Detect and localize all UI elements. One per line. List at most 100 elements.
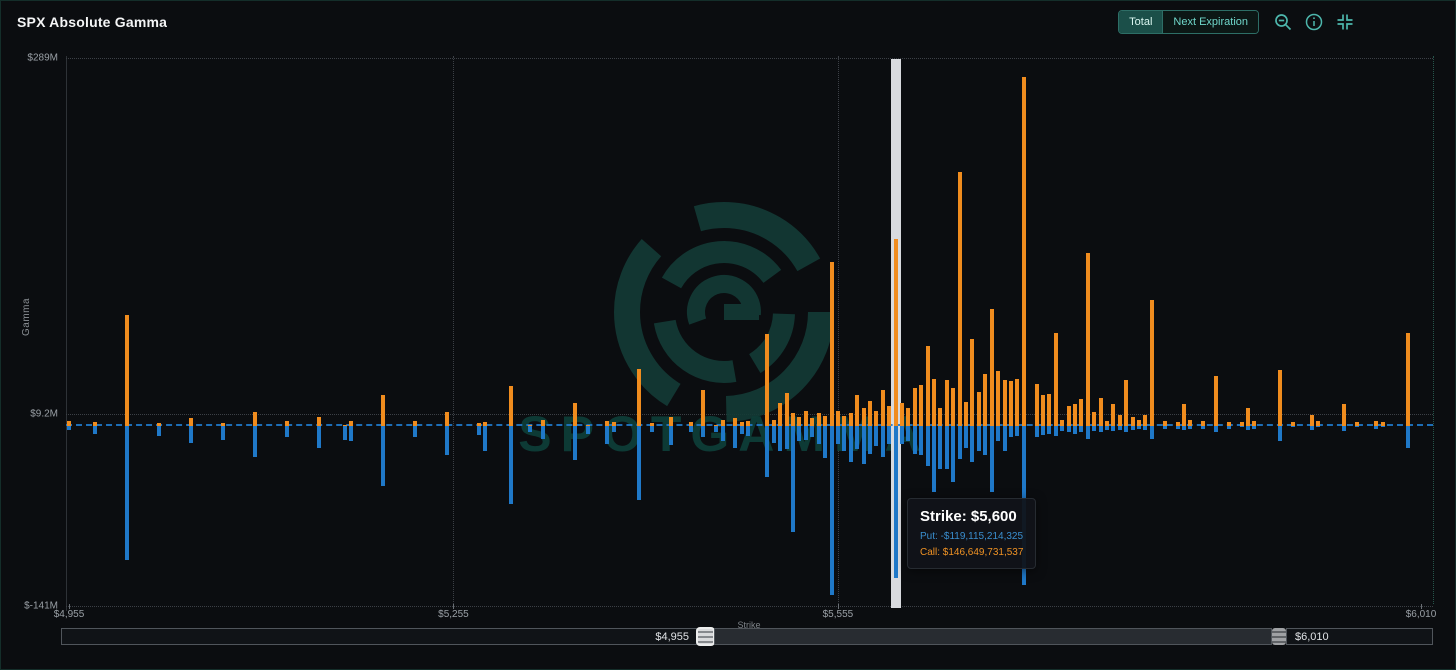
put-bar[interactable] — [445, 426, 450, 456]
call-bar[interactable] — [1130, 417, 1135, 426]
put-bar[interactable] — [1149, 426, 1154, 439]
put-bar[interactable] — [1201, 426, 1206, 429]
call-bar[interactable] — [1213, 376, 1218, 426]
call-bar[interactable] — [509, 386, 514, 426]
call-bar[interactable] — [124, 315, 129, 426]
put-bar[interactable] — [1380, 426, 1385, 428]
put-bar[interactable] — [835, 426, 840, 444]
call-bar[interactable] — [1015, 378, 1020, 426]
put-bar[interactable] — [867, 426, 872, 455]
put-bar[interactable] — [669, 426, 674, 446]
put-bar[interactable] — [650, 426, 655, 433]
call-bar[interactable] — [912, 387, 917, 426]
call-bar[interactable] — [701, 390, 706, 426]
call-bar[interactable] — [1111, 404, 1116, 426]
put-bar[interactable] — [899, 426, 904, 444]
put-bar[interactable] — [348, 426, 353, 442]
call-bar[interactable] — [784, 392, 789, 426]
call-bar[interactable] — [1149, 299, 1154, 426]
put-bar[interactable] — [586, 426, 590, 434]
call-bar[interactable] — [899, 403, 904, 426]
call-bar[interactable] — [1021, 76, 1026, 426]
call-bar[interactable] — [669, 417, 674, 426]
put-bar[interactable] — [1002, 426, 1007, 452]
put-bar[interactable] — [1252, 426, 1257, 429]
call-bar[interactable] — [861, 408, 866, 426]
put-bar[interactable] — [1342, 426, 1347, 432]
put-bar[interactable] — [803, 426, 808, 441]
put-bar[interactable] — [1072, 426, 1077, 434]
put-bar[interactable] — [509, 426, 514, 504]
put-bar[interactable] — [252, 426, 257, 457]
slider-right-handle[interactable] — [1272, 628, 1286, 645]
put-bar[interactable] — [1130, 426, 1135, 430]
call-bar[interactable] — [1143, 414, 1148, 426]
call-bar[interactable] — [919, 385, 924, 426]
call-bar[interactable] — [445, 411, 450, 426]
call-bar[interactable] — [970, 339, 975, 426]
call-bar[interactable] — [1072, 404, 1077, 426]
call-bar[interactable] — [1008, 381, 1013, 426]
put-bar[interactable] — [842, 426, 847, 452]
put-bar[interactable] — [906, 426, 911, 442]
call-bar[interactable] — [188, 418, 193, 426]
put-bar[interactable] — [1098, 426, 1103, 433]
slider-left-track[interactable]: $4,955 — [61, 628, 697, 645]
call-bar[interactable] — [976, 391, 981, 426]
call-bar[interactable] — [842, 415, 847, 426]
strike-range-slider[interactable]: $4,955 $6,010 — [61, 627, 1433, 646]
put-bar[interactable] — [970, 426, 975, 462]
call-bar[interactable] — [733, 418, 738, 426]
call-bar[interactable] — [1181, 404, 1186, 426]
call-bar[interactable] — [797, 417, 802, 426]
collapse-icon[interactable] — [1335, 12, 1355, 32]
put-bar[interactable] — [861, 426, 866, 465]
call-bar[interactable] — [848, 413, 853, 426]
slider-selected-range[interactable] — [714, 628, 1272, 645]
call-bar[interactable] — [880, 390, 885, 426]
put-bar[interactable] — [784, 426, 789, 449]
put-bar[interactable] — [1034, 426, 1039, 438]
call-bar[interactable] — [874, 410, 879, 426]
put-bar[interactable] — [380, 426, 385, 486]
call-bar[interactable] — [252, 411, 257, 426]
put-bar[interactable] — [976, 426, 981, 452]
put-bar[interactable] — [765, 426, 770, 477]
put-bar[interactable] — [1188, 426, 1193, 429]
call-bar[interactable] — [316, 417, 321, 426]
call-bar[interactable] — [1278, 369, 1283, 426]
put-bar[interactable] — [124, 426, 129, 560]
call-bar[interactable] — [1066, 405, 1071, 426]
put-bar[interactable] — [1406, 426, 1411, 448]
put-bar[interactable] — [701, 426, 706, 438]
next-expiration-button[interactable]: Next Expiration — [1162, 11, 1258, 33]
put-bar[interactable] — [797, 426, 802, 442]
put-bar[interactable] — [1053, 426, 1058, 437]
put-bar[interactable] — [413, 426, 417, 438]
put-bar[interactable] — [483, 426, 488, 452]
call-bar[interactable] — [1002, 380, 1007, 426]
put-bar[interactable] — [605, 426, 610, 444]
put-bar[interactable] — [1143, 426, 1148, 430]
put-bar[interactable] — [810, 426, 815, 438]
call-bar[interactable] — [1098, 397, 1103, 426]
put-bar[interactable] — [611, 426, 616, 433]
slider-left-handle[interactable] — [696, 627, 715, 646]
put-bar[interactable] — [1085, 426, 1090, 439]
put-bar[interactable] — [778, 426, 783, 452]
call-bar[interactable] — [637, 368, 642, 426]
put-bar[interactable] — [1278, 426, 1283, 442]
put-bar[interactable] — [1105, 426, 1110, 430]
put-bar[interactable] — [528, 426, 533, 433]
put-bar[interactable] — [67, 426, 71, 430]
put-bar[interactable] — [855, 426, 860, 449]
put-bar[interactable] — [220, 426, 225, 441]
call-bar[interactable] — [835, 410, 840, 426]
put-bar[interactable] — [912, 426, 917, 455]
call-bar[interactable] — [810, 418, 815, 426]
call-bar[interactable] — [823, 415, 828, 426]
put-bar[interactable] — [1310, 426, 1315, 430]
put-bar[interactable] — [1374, 426, 1379, 429]
call-bar[interactable] — [829, 261, 834, 426]
call-bar[interactable] — [791, 413, 796, 426]
